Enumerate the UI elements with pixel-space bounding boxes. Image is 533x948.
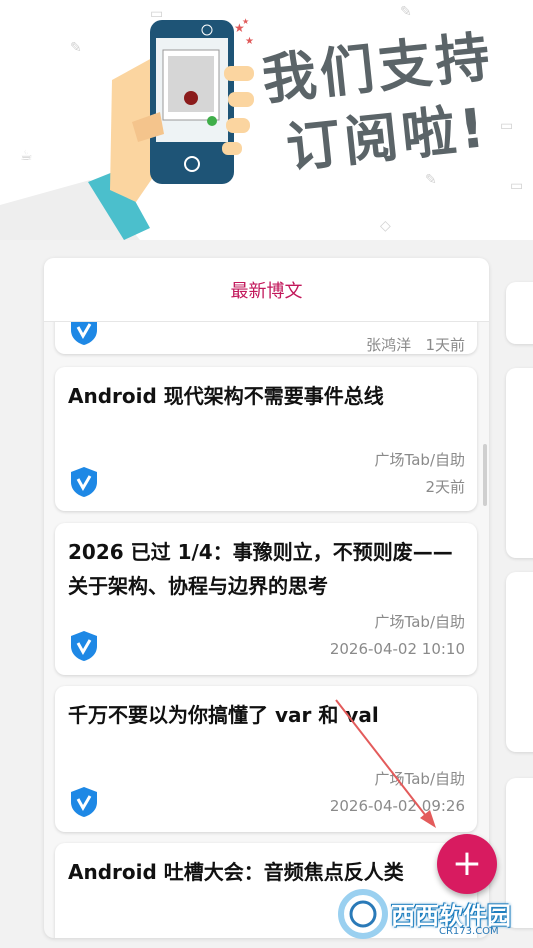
peek-card: [506, 368, 533, 558]
latest-posts-panel: 最新博文 张鸿洋 1天前 Android 现代架构不需要事件总线 广场Tab/自…: [44, 258, 489, 938]
verified-shield-icon: [71, 322, 97, 345]
post-time: 2026-04-02 09:26: [329, 797, 465, 815]
post-meta: 张鸿洋 1天前: [366, 332, 465, 359]
verified-shield-icon: [71, 787, 97, 817]
post-time: 2026-04-02 10:10: [329, 640, 465, 658]
post-card[interactable]: 千万不要以为你搞懂了 var 和 val 广场Tab/自助 2026-04-02…: [55, 686, 477, 832]
post-title: Android 现代架构不需要事件总线: [68, 384, 384, 408]
subscribe-banner: ☕ ▭ ✎ ✎ ▭ ✎ ◇ ▭ ★ ★ ★ 我们支持 订阅啦!: [0, 0, 533, 240]
svg-text:★: ★: [245, 36, 254, 47]
verified-shield-icon: [71, 467, 97, 497]
post-list[interactable]: 张鸿洋 1天前 Android 现代架构不需要事件总线 广场Tab/自助 2天前…: [44, 322, 489, 938]
post-card[interactable]: 2026 已过 1/4：事豫则立，不预则废——关于架构、协程与边界的思考 广场T…: [55, 523, 477, 675]
watermark-url: CR173.COM: [439, 926, 499, 937]
post-title: 2026 已过 1/4：事豫则立，不预则废——关于架构、协程与边界的思考: [68, 540, 453, 598]
post-time: 1天前: [425, 336, 465, 354]
post-category: 广场Tab/自助: [374, 451, 465, 469]
post-meta: 广场Tab/自助 2026-04-02 10:10: [330, 609, 465, 663]
post-meta: 广场Tab/自助 2026-04-02 09:26: [330, 766, 465, 820]
panel-header: 最新博文: [44, 258, 489, 322]
post-card[interactable]: Android 现代架构不需要事件总线 广场Tab/自助 2天前: [55, 367, 477, 511]
post-category: 广场Tab/自助: [374, 613, 465, 631]
post-meta: 广场Tab/自助 2天前: [375, 447, 465, 501]
panel-title: 最新博文: [230, 280, 303, 302]
post-title: 千万不要以为你搞懂了 var 和 val: [68, 703, 379, 727]
peek-card: [506, 572, 533, 752]
site-watermark: 西西软件园 CR173.COM: [335, 884, 513, 944]
verified-shield-icon: [71, 631, 97, 661]
svg-text:★: ★: [242, 17, 249, 26]
post-card[interactable]: 张鸿洋 1天前: [55, 322, 477, 354]
watermark-logo-icon: [338, 889, 388, 939]
plus-icon: +: [451, 843, 483, 884]
post-time: 2天前: [425, 478, 465, 496]
scrollbar[interactable]: [483, 444, 487, 506]
post-category: 广场Tab/自助: [374, 770, 465, 788]
peek-card: [506, 282, 533, 344]
post-author: 张鸿洋: [366, 336, 412, 354]
next-panel-peek[interactable]: [506, 282, 533, 928]
